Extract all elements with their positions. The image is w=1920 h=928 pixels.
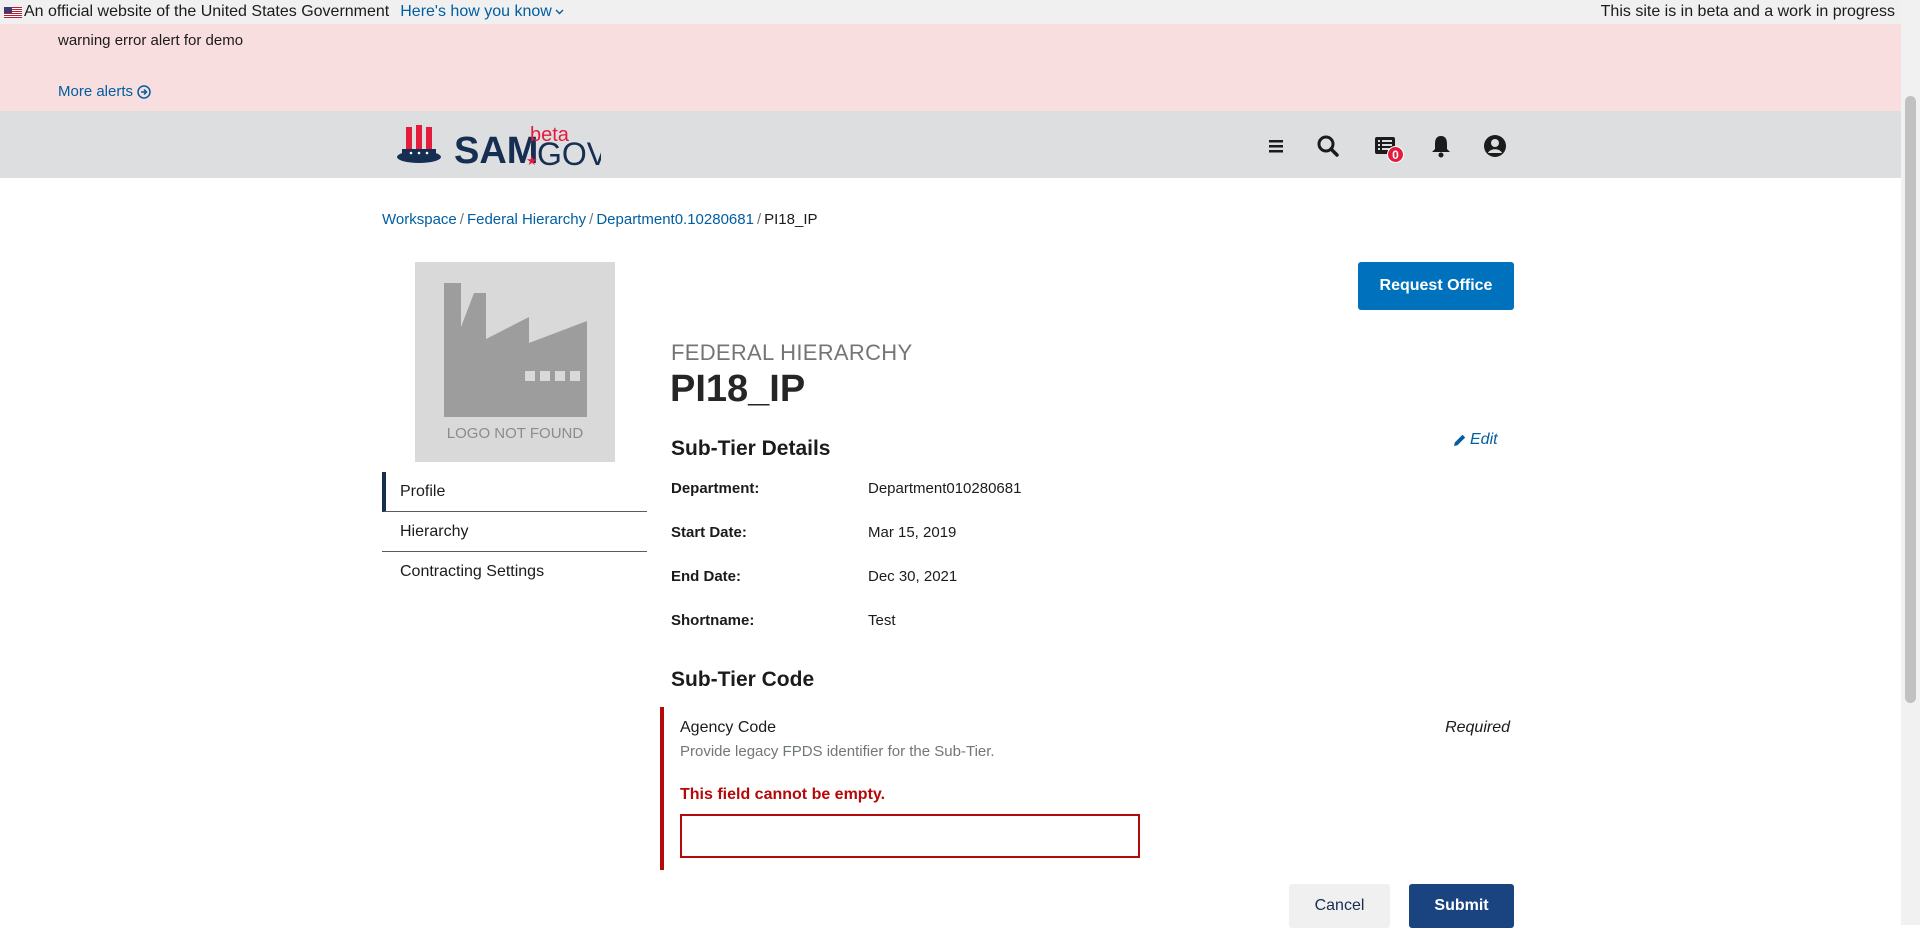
chevron-down-icon (555, 9, 564, 15)
agency-code-field-group: Agency Code Required Provide legacy FPDS… (660, 707, 1514, 870)
edit-details-link[interactable]: Edit (1453, 431, 1498, 449)
agency-code-label: Agency Code (680, 719, 777, 736)
detail-key: Shortname: (671, 612, 755, 629)
messages-count-badge: 0 (1387, 146, 1404, 163)
breadcrumb-federal-hierarchy[interactable]: Federal Hierarchy (467, 211, 586, 228)
detail-key: End Date: (671, 568, 742, 585)
required-label: Required (1445, 719, 1510, 736)
alert-banner: warning error alert for demo More alerts (0, 24, 1901, 111)
factory-icon (444, 283, 587, 417)
detail-value: Department010280681 (868, 480, 1022, 497)
agency-code-input[interactable] (680, 814, 1140, 858)
sidenav-item-profile[interactable]: Profile (382, 472, 647, 512)
breadcrumb-current: PI18_IP (764, 211, 818, 228)
sub-tier-details-heading: Sub-Tier Details (671, 437, 831, 460)
logo-not-found-label: LOGO NOT FOUND (446, 425, 584, 442)
user-account-icon[interactable] (1482, 133, 1508, 159)
sub-tier-code-heading: Sub-Tier Code (671, 668, 815, 691)
more-alerts-link[interactable]: More alerts (58, 83, 151, 100)
detail-key: Department: (671, 480, 760, 497)
how-you-know-link[interactable]: Here's how you know (400, 3, 564, 21)
breadcrumb-workspace[interactable]: Workspace (382, 211, 457, 228)
search-icon[interactable] (1315, 133, 1341, 159)
page-eyebrow: FEDERAL HIERARCHY (671, 340, 913, 365)
submit-button[interactable]: Submit (1409, 884, 1514, 928)
detail-value: Test (868, 612, 896, 629)
official-site-text: An official website of the United States… (24, 3, 390, 20)
side-nav: Profile Hierarchy Contracting Settings (382, 472, 647, 592)
bell-icon[interactable] (1428, 133, 1454, 159)
gov-banner: An official website of the United States… (0, 0, 1901, 24)
page-title: PI18_IP (670, 368, 806, 410)
menu-icon[interactable] (1263, 133, 1289, 159)
pencil-icon (1454, 434, 1466, 446)
request-office-button[interactable]: Request Office (1358, 262, 1514, 310)
site-header: SAM beta ★ GOV 0 (0, 111, 1901, 178)
agency-code-hint: Provide legacy FPDS identifier for the S… (680, 743, 995, 760)
logo-placeholder: LOGO NOT FOUND (415, 262, 615, 462)
detail-value: Dec 30, 2021 (868, 568, 958, 585)
arrow-circle-right-icon (137, 84, 151, 99)
scrollbar-thumb[interactable] (1905, 96, 1916, 703)
alert-message: warning error alert for demo (58, 32, 244, 49)
svg-text:★: ★ (526, 153, 538, 168)
agency-code-error: This field cannot be empty. (680, 786, 886, 803)
breadcrumb-department[interactable]: Department0.10280681 (596, 211, 754, 228)
beta-note: This site is in beta and a work in progr… (1600, 3, 1895, 20)
breadcrumb: Workspace / Federal Hierarchy / Department0.… (382, 211, 818, 228)
detail-key: Start Date: (671, 524, 747, 541)
detail-value: Mar 15, 2019 (868, 524, 957, 541)
cancel-button[interactable]: Cancel (1289, 884, 1390, 928)
sam-gov-logo[interactable]: SAM beta ★ GOV (396, 121, 601, 171)
sidenav-item-hierarchy[interactable]: Hierarchy (382, 512, 647, 552)
logo-gov-text: GOV (537, 136, 601, 171)
page-scrollbar[interactable] (1901, 0, 1920, 925)
sidenav-item-contracting-settings[interactable]: Contracting Settings (382, 552, 647, 592)
us-flag-icon (4, 6, 22, 18)
